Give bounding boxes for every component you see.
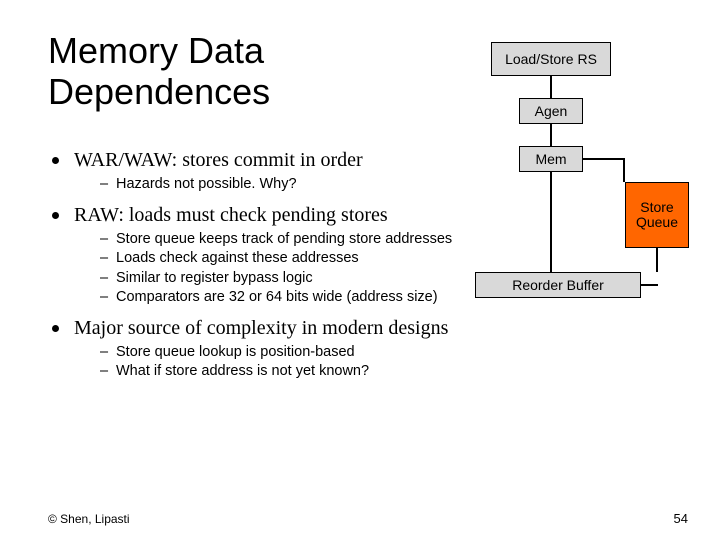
bullet-text: WAR/WAW: stores commit in order (74, 149, 363, 171)
box-agen: Agen (519, 98, 583, 124)
bullet-item: Major source of complexity in modern des… (48, 316, 488, 382)
sub-item: Store queue lookup is position-based (100, 343, 488, 363)
connector (550, 76, 552, 98)
connector (583, 158, 625, 160)
sub-list: Store queue lookup is position-based Wha… (74, 343, 488, 382)
bullet-text: RAW: loads must check pending stores (74, 204, 388, 226)
sub-item: What if store address is not yet known? (100, 362, 488, 382)
slide: Memory Data Dependences WAR/WAW: stores … (0, 0, 720, 540)
sub-item: Hazards not possible. Why? (100, 175, 488, 195)
box-store-queue: Store Queue (625, 182, 689, 248)
connector (656, 248, 658, 272)
slide-title: Memory Data Dependences (48, 30, 270, 113)
bullet-item: RAW: loads must check pending stores Sto… (48, 203, 488, 308)
sub-item: Store queue keeps track of pending store… (100, 230, 488, 250)
connector (641, 284, 658, 286)
slide-body: WAR/WAW: stores commit in order Hazards … (48, 148, 488, 390)
page-number: 54 (674, 511, 688, 526)
connector (550, 172, 552, 272)
connector (623, 158, 625, 182)
sub-item: Similar to register bypass logic (100, 269, 488, 289)
sub-list: Hazards not possible. Why? (74, 175, 488, 195)
footer-copyright: © Shen, Lipasti (48, 512, 130, 526)
box-reorder-buffer: Reorder Buffer (475, 272, 641, 298)
bullet-item: WAR/WAW: stores commit in order Hazards … (48, 148, 488, 195)
bullet-text: Major source of complexity in modern des… (74, 317, 448, 339)
sub-item: Comparators are 32 or 64 bits wide (addr… (100, 288, 488, 308)
sub-list: Store queue keeps track of pending store… (74, 230, 488, 308)
sub-item: Loads check against these addresses (100, 249, 488, 269)
box-mem: Mem (519, 146, 583, 172)
connector (550, 124, 552, 146)
box-load-store-rs: Load/Store RS (491, 42, 611, 76)
pipeline-diagram: Load/Store RS Agen Mem Store Queue Reord… (475, 42, 695, 322)
bullet-list: WAR/WAW: stores commit in order Hazards … (48, 148, 488, 382)
